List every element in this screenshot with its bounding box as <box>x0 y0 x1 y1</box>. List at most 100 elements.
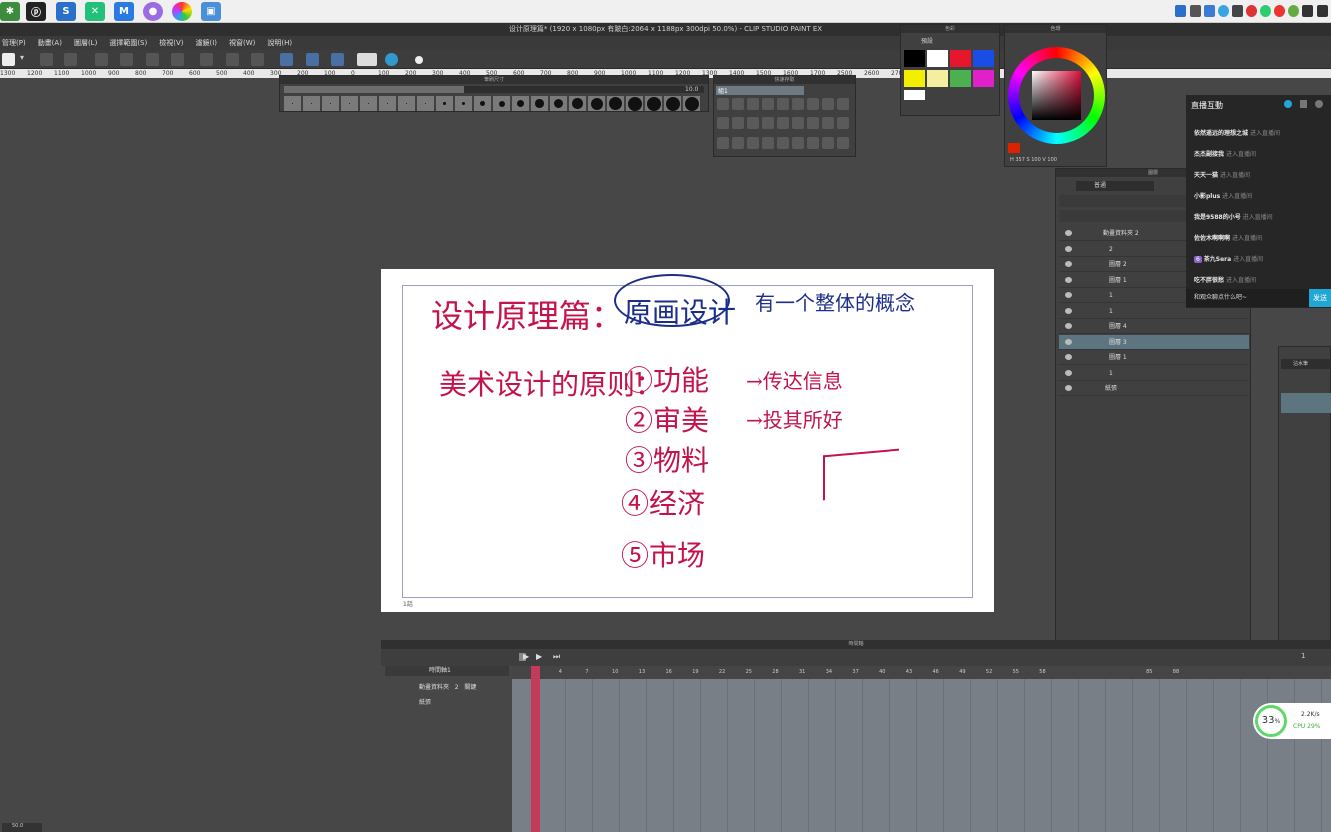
eye-icon[interactable] <box>1065 369 1072 376</box>
swatch-blank[interactable] <box>904 90 925 100</box>
menu-item-layer[interactable]: 圖層(L) <box>74 36 97 50</box>
brush-size-preset[interactable] <box>588 96 605 111</box>
saturation-value-square[interactable] <box>1032 71 1081 120</box>
live-chat-input[interactable]: 和观众聊点什么吧~ <box>1186 289 1309 307</box>
swatch-red[interactable] <box>950 50 971 67</box>
quick-access-tool[interactable] <box>747 136 759 149</box>
menu-item-animation[interactable]: 動畫(A) <box>38 36 62 50</box>
swatch-black[interactable] <box>904 50 925 67</box>
tray-icon-7[interactable] <box>1260 5 1271 17</box>
layer-row[interactable]: 圖層 3 <box>1059 334 1249 350</box>
menu-item-manage[interactable]: 管理(P) <box>2 36 26 50</box>
pen2-icon[interactable] <box>306 53 319 66</box>
quick-access-tool[interactable] <box>792 117 804 130</box>
tray-icon-3[interactable] <box>1204 5 1215 17</box>
mic-icon[interactable] <box>1232 5 1243 17</box>
live-send-button[interactable]: 发送 <box>1309 289 1331 307</box>
quick-access-tool[interactable] <box>762 117 774 130</box>
select-icon[interactable] <box>120 53 133 66</box>
crop-icon[interactable] <box>171 53 184 66</box>
layer-row[interactable]: 圖層 4 <box>1059 319 1249 334</box>
swatch-green[interactable] <box>950 70 971 87</box>
eye-icon[interactable] <box>1065 323 1072 329</box>
menu-item-selection[interactable]: 選擇範圍(S) <box>109 36 147 50</box>
quick-access-tool[interactable] <box>732 98 744 110</box>
color-wheel-app-icon[interactable] <box>172 2 192 21</box>
new-canvas-icon[interactable] <box>2 53 15 66</box>
swatch-yellow[interactable] <box>904 70 925 87</box>
app-icon-s[interactable]: S <box>56 2 76 21</box>
quick-access-tool[interactable] <box>777 136 789 149</box>
quick-access-tool[interactable] <box>747 98 759 110</box>
refresh-icon[interactable] <box>1284 100 1292 108</box>
quick-access-tool[interactable] <box>777 117 789 130</box>
eye-icon[interactable] <box>1065 261 1072 267</box>
sub-tool-selected[interactable] <box>1281 393 1331 413</box>
quick-access-tool[interactable] <box>762 98 774 110</box>
eye-icon[interactable] <box>1065 385 1072 391</box>
swatch-white[interactable] <box>927 50 948 67</box>
quick-access-tool[interactable] <box>807 136 819 149</box>
quick-access-tool[interactable] <box>822 98 834 110</box>
menu-item-view[interactable]: 檢視(V) <box>159 36 183 50</box>
layer-row[interactable]: 紙張 <box>1059 381 1249 396</box>
tray-icon-9[interactable] <box>1288 5 1299 17</box>
sub-tool-name[interactable]: 沾水筆 <box>1281 359 1331 369</box>
timeline-layer-row[interactable]: 紙張 <box>381 696 512 710</box>
app-icon-image[interactable]: ▣ <box>201 2 221 21</box>
brush-size-preset[interactable] <box>322 96 339 111</box>
eye-icon[interactable] <box>1065 230 1072 236</box>
tray-icon-8[interactable] <box>1274 5 1285 17</box>
menu-item-window[interactable]: 視窗(W) <box>229 36 255 50</box>
quick-access-tool[interactable] <box>822 136 834 149</box>
menu-item-filter[interactable]: 濾鏡(I) <box>196 36 218 50</box>
brush-size-preset[interactable] <box>284 96 301 111</box>
pen-icon[interactable] <box>280 53 293 66</box>
quick-access-tool[interactable] <box>747 117 759 130</box>
quick-access-tab[interactable]: 組1 <box>716 86 804 95</box>
brush-size-preset[interactable] <box>569 96 586 111</box>
quick-access-tool[interactable] <box>717 136 729 149</box>
swatch-cream[interactable] <box>927 70 948 87</box>
menu-item-help[interactable]: 說明(H) <box>267 36 292 50</box>
quick-access-tool[interactable] <box>837 98 849 110</box>
eye-icon[interactable] <box>1065 276 1072 283</box>
quick-access-tool[interactable] <box>837 117 849 130</box>
color-set-name[interactable]: 預設 <box>921 36 933 45</box>
quick-access-tool[interactable] <box>732 136 744 149</box>
fill-icon[interactable] <box>226 53 239 66</box>
redo-icon[interactable] <box>64 53 77 66</box>
last-frame-icon[interactable]: ⏭ <box>553 653 560 661</box>
volume-icon[interactable] <box>1317 5 1328 17</box>
quick-access-tool[interactable] <box>762 136 774 149</box>
help-icon[interactable] <box>357 53 377 66</box>
clear-icon[interactable] <box>200 53 213 66</box>
brush-size-preset[interactable] <box>341 96 358 111</box>
dropdown-icon[interactable]: ▾ <box>20 53 33 66</box>
layer-row[interactable]: 1 <box>1059 366 1249 381</box>
play-icon[interactable]: ▶ <box>523 653 529 661</box>
network-icon[interactable] <box>1302 5 1313 17</box>
main-color-chip[interactable] <box>1008 143 1020 153</box>
quick-access-tool[interactable] <box>792 136 804 149</box>
tray-icon-6[interactable] <box>1246 5 1257 17</box>
quick-access-tool[interactable] <box>717 117 729 130</box>
lock-icon[interactable] <box>1300 100 1307 108</box>
quick-access-tool[interactable] <box>807 117 819 130</box>
app-icon-1[interactable]: ✱ <box>0 2 20 21</box>
brush-size-preset[interactable] <box>474 96 491 111</box>
tray-icon-4[interactable] <box>1218 5 1229 17</box>
timeline-layer-row[interactable]: 動畫資料夾 2 關鍵 <box>381 681 512 695</box>
quick-access-tool[interactable] <box>837 136 849 149</box>
brush-size-preset[interactable] <box>398 96 415 111</box>
app-icon-clip[interactable]: ⓟ <box>26 2 46 21</box>
canvas[interactable]: 设计原理篇： 原画设计 有一个整体的概念 美术设计的原则： ①功能 ②审美 ③物… <box>381 269 994 612</box>
app-icon-avatar[interactable]: ● <box>143 2 163 21</box>
quick-access-tool[interactable] <box>717 98 729 110</box>
app-icon-m[interactable]: M <box>114 2 134 21</box>
tray-icon-2[interactable] <box>1190 5 1201 17</box>
playhead[interactable] <box>531 666 540 832</box>
blend-mode-select[interactable]: 普通 <box>1076 181 1154 191</box>
layer-row[interactable]: 圖層 1 <box>1059 350 1249 365</box>
brush-size-preset[interactable] <box>683 96 700 111</box>
